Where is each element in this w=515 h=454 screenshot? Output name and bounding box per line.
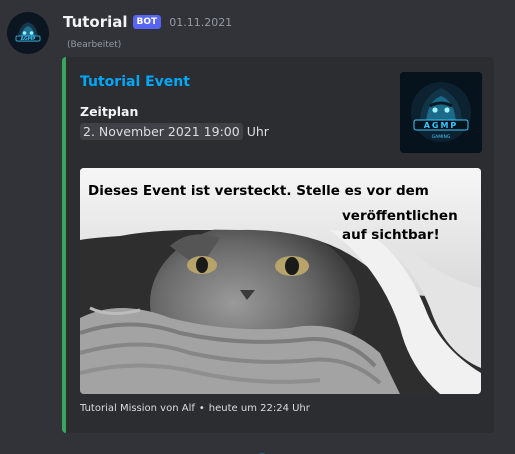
embed-footer: Tutorial Mission von Alf • heute um 22:2… [80,403,310,414]
embed-field-value: 2. November 2021 19:00 Uhr [80,123,269,140]
embed-title[interactable]: Tutorial Event [80,74,190,90]
message-timestamp[interactable]: 01.11.2021 [169,16,232,29]
next-message-preview [70,446,500,454]
cat-under-blanket-photo [80,168,481,394]
avatar[interactable]: AGMP [7,12,49,54]
footer-author: Tutorial Mission von Alf [80,403,195,414]
date-timestamp[interactable]: 2. November 2021 19:00 [80,123,243,140]
svg-text:AGMP: AGMP [424,121,459,130]
svg-text:AGMP: AGMP [21,36,37,42]
date-suffix: Uhr [246,124,269,139]
image-caption-line2: veröffentlichen [342,208,458,224]
image-caption-line1: Dieses Event ist versteckt. Stelle es vo… [88,183,429,199]
bot-badge: BOT [132,15,162,29]
embed-image[interactable]: Dieses Event ist versteckt. Stelle es vo… [80,168,481,394]
embed-thumbnail[interactable]: AGMP GAMING [400,72,482,153]
embed-field-name: Zeitplan [80,104,139,119]
edited-label: (Bearbeitet) [67,40,122,50]
author-name[interactable]: Tutorial [63,13,128,31]
image-caption-line3: auf sichtbar! [342,227,440,243]
embed-card: Tutorial Event Zeitplan 2. November 2021… [62,57,494,433]
footer-time: heute um 22:24 Uhr [208,403,310,414]
gorilla-logo-icon: AGMP GAMING [400,72,482,153]
gorilla-logo-icon: AGMP [7,12,49,54]
footer-separator: • [198,403,205,414]
message-header: Tutorial BOT 01.11.2021 [63,11,232,33]
svg-text:GAMING: GAMING [432,134,451,140]
